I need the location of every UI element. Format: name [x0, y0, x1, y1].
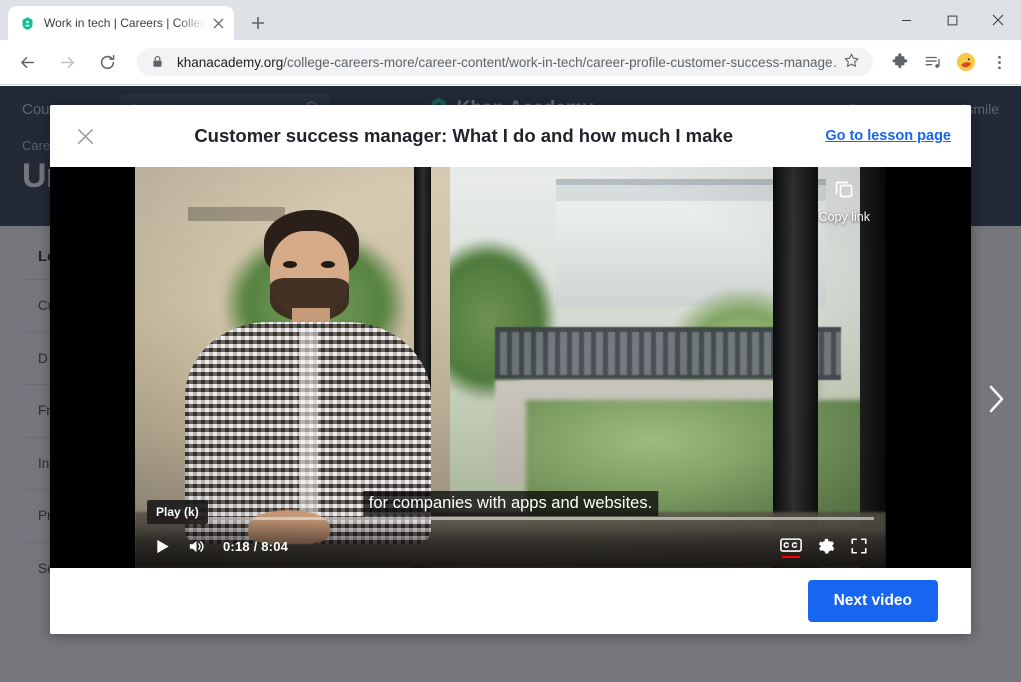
next-video-button[interactable]: Next video	[807, 580, 938, 622]
browser-titlebar: Work in tech | Careers | College, ...	[0, 0, 1021, 40]
address-bar-url: khanacademy.org/college-careers-more/car…	[177, 55, 837, 70]
copy-link-button[interactable]: Copy link	[819, 177, 870, 224]
window-maximize-button[interactable]	[929, 0, 975, 40]
modal-footer: Next video	[50, 568, 971, 634]
extensions-icon[interactable]	[886, 48, 914, 76]
new-tab-button[interactable]	[244, 9, 272, 37]
video-player[interactable]: Copy link for companies with apps and we…	[50, 167, 971, 568]
video-caption-text: for companies with apps and websites.	[362, 491, 659, 516]
copy-icon	[832, 177, 856, 206]
browser-menu-icon[interactable]	[985, 48, 1013, 76]
video-frame[interactable]: Copy link for companies with apps and we…	[135, 167, 886, 568]
bookmark-star-icon[interactable]	[843, 52, 863, 72]
browser-window: Work in tech | Careers | College, ...	[0, 0, 1021, 682]
page-viewport: Courses Search	[0, 86, 1021, 682]
gear-icon[interactable]	[808, 530, 842, 562]
url-host: khanacademy.org	[176, 54, 284, 70]
browser-tab[interactable]: Work in tech | Careers | College, ...	[8, 6, 234, 40]
tab-close-icon[interactable]	[210, 15, 226, 31]
modal-title: Customer success manager: What I do and …	[194, 124, 733, 146]
profile-avatar[interactable]	[952, 48, 980, 76]
video-modal: Customer success manager: What I do and …	[50, 105, 971, 634]
copy-link-label: Copy link	[818, 210, 870, 224]
closed-captions-icon[interactable]	[774, 530, 808, 562]
cc-active-indicator	[782, 556, 800, 558]
forward-button[interactable]	[54, 48, 82, 76]
play-button-tooltip: Play (k)	[147, 500, 208, 524]
window-close-button[interactable]	[975, 0, 1021, 40]
reading-list-icon[interactable]	[919, 48, 947, 76]
fullscreen-icon[interactable]	[842, 530, 876, 562]
browser-toolbar: khanacademy.org/college-careers-more/car…	[0, 40, 1021, 85]
next-video-arrow-button[interactable]	[983, 382, 1009, 421]
back-button[interactable]	[14, 48, 42, 76]
video-letterbox-left	[50, 167, 135, 568]
video-controls-bar: 0:18 / 8:04	[135, 517, 886, 568]
modal-header: Customer success manager: What I do and …	[50, 105, 971, 167]
video-time-display: 0:18 / 8:04	[223, 538, 289, 554]
window-minimize-button[interactable]	[883, 0, 929, 40]
lock-icon	[151, 55, 165, 69]
video-progress-bar[interactable]	[147, 517, 874, 520]
address-bar[interactable]: khanacademy.org/college-careers-more/car…	[136, 48, 874, 76]
volume-high-icon[interactable]	[179, 530, 213, 562]
video-letterbox-right	[886, 167, 971, 568]
go-to-lesson-page-link[interactable]: Go to lesson page	[825, 128, 957, 144]
play-icon[interactable]	[145, 530, 179, 562]
window-controls	[883, 0, 1021, 40]
reload-button[interactable]	[93, 48, 121, 76]
browser-tab-title: Work in tech | Careers | College, ...	[44, 16, 206, 30]
khan-academy-favicon	[19, 15, 35, 31]
close-icon[interactable]	[68, 119, 102, 153]
url-path: /college-careers-more/career-content/wor…	[283, 54, 838, 70]
